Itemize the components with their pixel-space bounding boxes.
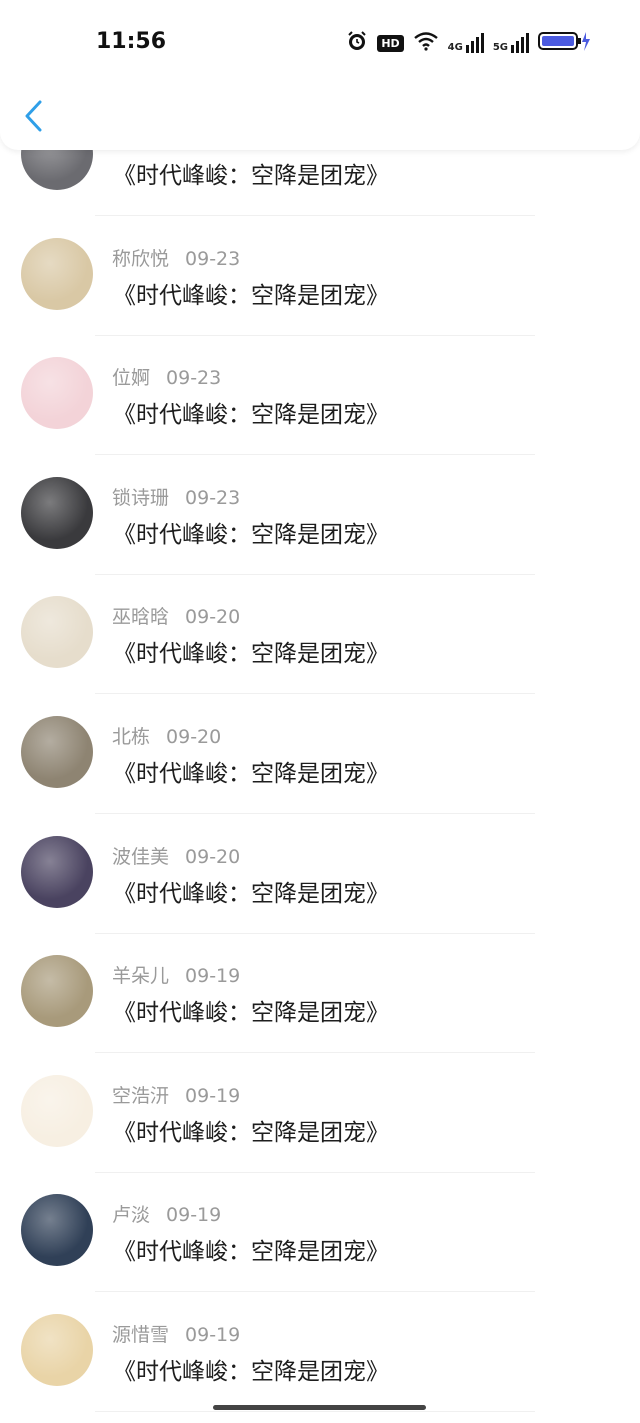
comment-date: 09-19 — [185, 1324, 241, 1346]
row-divider — [95, 1171, 535, 1173]
comment-text: 《时代峰峻：空降是团宠》 — [113, 1000, 389, 1027]
comment-row[interactable]: 称欣悦 09-23 《时代峰峻：空降是团宠》 — [0, 218, 640, 338]
user-name[interactable]: 卢淡 — [112, 1204, 150, 1226]
avatar[interactable] — [21, 1194, 93, 1267]
comment-date: 09-20 — [185, 845, 241, 868]
comment-text: 《时代峰峻：空降是团宠》 — [113, 282, 389, 309]
comment-meta: 源惜雪 09-19 — [112, 1320, 240, 1347]
user-name[interactable]: 巫晗晗 — [112, 606, 169, 628]
comment-text: 《时代峰峻：空降是团宠》 — [113, 163, 389, 189]
avatar[interactable] — [21, 357, 93, 430]
comment-date: 09-23 — [185, 486, 241, 509]
status-icons: HD 4G 5G — [346, 30, 592, 56]
row-divider — [95, 1052, 535, 1054]
row-divider — [95, 932, 535, 934]
comment-text: 《时代峰峻：空降是团宠》 — [113, 521, 389, 548]
clock: 11:56 — [96, 29, 167, 54]
comment-text: 《时代峰峻：空降是团宠》 — [113, 1359, 389, 1385]
comment-row[interactable]: 空浩汧 09-19 《时代峰峻：空降是团宠》 — [0, 1055, 640, 1175]
comment-row[interactable]: 源惜雪 09-19 《时代峰峻：空降是团宠》 — [0, 1294, 640, 1414]
comment-date: 09-19 — [185, 965, 241, 988]
signal-5g-icon: 5G — [493, 33, 529, 53]
user-name[interactable]: 空浩汧 — [112, 1085, 169, 1107]
comment-meta: 锁诗珊 09-23 — [112, 483, 240, 510]
row-divider — [95, 454, 535, 456]
user-name[interactable]: 波佳美 — [112, 846, 169, 868]
comment-row[interactable]: 位婀 09-23 《时代峰峻：空降是团宠》 — [0, 337, 640, 457]
comment-text: 《时代峰峻：空降是团宠》 — [113, 402, 389, 429]
user-name[interactable]: 位婀 — [112, 367, 150, 389]
comment-text: 《时代峰峻：空降是团宠》 — [113, 761, 389, 787]
comment-date: 09-20 — [185, 606, 241, 629]
avatar[interactable] — [21, 955, 93, 1028]
row-divider — [95, 573, 535, 575]
avatar[interactable] — [21, 1074, 93, 1147]
comment-meta: 波佳美 09-20 — [112, 842, 240, 869]
hd-icon: HD — [377, 34, 404, 52]
row-divider — [95, 813, 535, 814]
comment-meta: 巫晗晗 09-20 — [112, 602, 240, 629]
comment-row[interactable]: 羊朵儿 09-19 《时代峰峻：空降是团宠》 — [0, 935, 640, 1055]
comment-date: 09-20 — [166, 726, 222, 748]
comment-meta: 卢淡 09-19 — [112, 1200, 221, 1227]
battery-icon — [538, 30, 592, 56]
avatar[interactable] — [21, 476, 93, 549]
comment-date: 09-19 — [166, 1204, 222, 1227]
row-divider — [95, 1411, 535, 1412]
comment-meta: 空浩汧 09-19 — [112, 1081, 240, 1108]
comment-text: 《时代峰峻：空降是团宠》 — [113, 1119, 389, 1146]
user-name[interactable]: 锁诗珊 — [112, 487, 169, 509]
avatar[interactable] — [21, 1314, 93, 1386]
row-divider — [95, 215, 535, 216]
wifi-icon — [413, 31, 439, 55]
home-indicator — [213, 1405, 426, 1410]
comment-meta: 北栋 09-20 — [112, 722, 221, 749]
comment-text: 《时代峰峻：空降是团宠》 — [113, 1239, 389, 1266]
row-divider — [95, 334, 535, 336]
comment-meta: 羊朵儿 09-19 — [112, 961, 240, 988]
comment-row[interactable]: 锁诗珊 09-23 《时代峰峻：空降是团宠》 — [0, 457, 640, 577]
comment-date: 09-23 — [185, 247, 241, 270]
user-name[interactable]: 北栋 — [112, 726, 150, 748]
chevron-left-icon — [25, 100, 42, 132]
comment-meta: 称欣悦 09-23 — [112, 244, 240, 271]
avatar[interactable] — [21, 716, 93, 788]
comment-meta: 位婀 09-23 — [112, 363, 221, 390]
status-bar: 11:56 HD 4G 5G — [0, 0, 640, 86]
avatar[interactable] — [21, 835, 93, 908]
comment-text: 《时代峰峻：空降是团宠》 — [113, 641, 389, 668]
comment-date: 09-19 — [185, 1084, 241, 1107]
user-name[interactable]: 源惜雪 — [112, 1324, 169, 1346]
comment-row[interactable]: 巫晗晗 09-20 《时代峰峻：空降是团宠》 — [0, 576, 640, 696]
comment-row[interactable]: 卢淡 09-19 《时代峰峻：空降是团宠》 — [0, 1174, 640, 1294]
row-divider — [95, 1291, 535, 1293]
avatar[interactable] — [21, 237, 93, 310]
comment-row[interactable]: 北栋 09-20 《时代峰峻：空降是团宠》 — [0, 696, 640, 816]
row-divider — [95, 693, 535, 695]
comment-date: 09-23 — [166, 367, 222, 390]
avatar[interactable] — [21, 596, 93, 669]
signal-4g-icon: 4G — [448, 33, 484, 53]
top-nav-bar — [0, 86, 640, 150]
back-button[interactable] — [20, 96, 50, 136]
alarm-icon — [346, 30, 368, 56]
comment-row[interactable]: 波佳美 09-20 《时代峰峻：空降是团宠》 — [0, 816, 640, 936]
comment-text: 《时代峰峻：空降是团宠》 — [113, 880, 389, 907]
user-name[interactable]: 羊朵儿 — [112, 965, 169, 987]
user-name[interactable]: 称欣悦 — [112, 248, 169, 270]
